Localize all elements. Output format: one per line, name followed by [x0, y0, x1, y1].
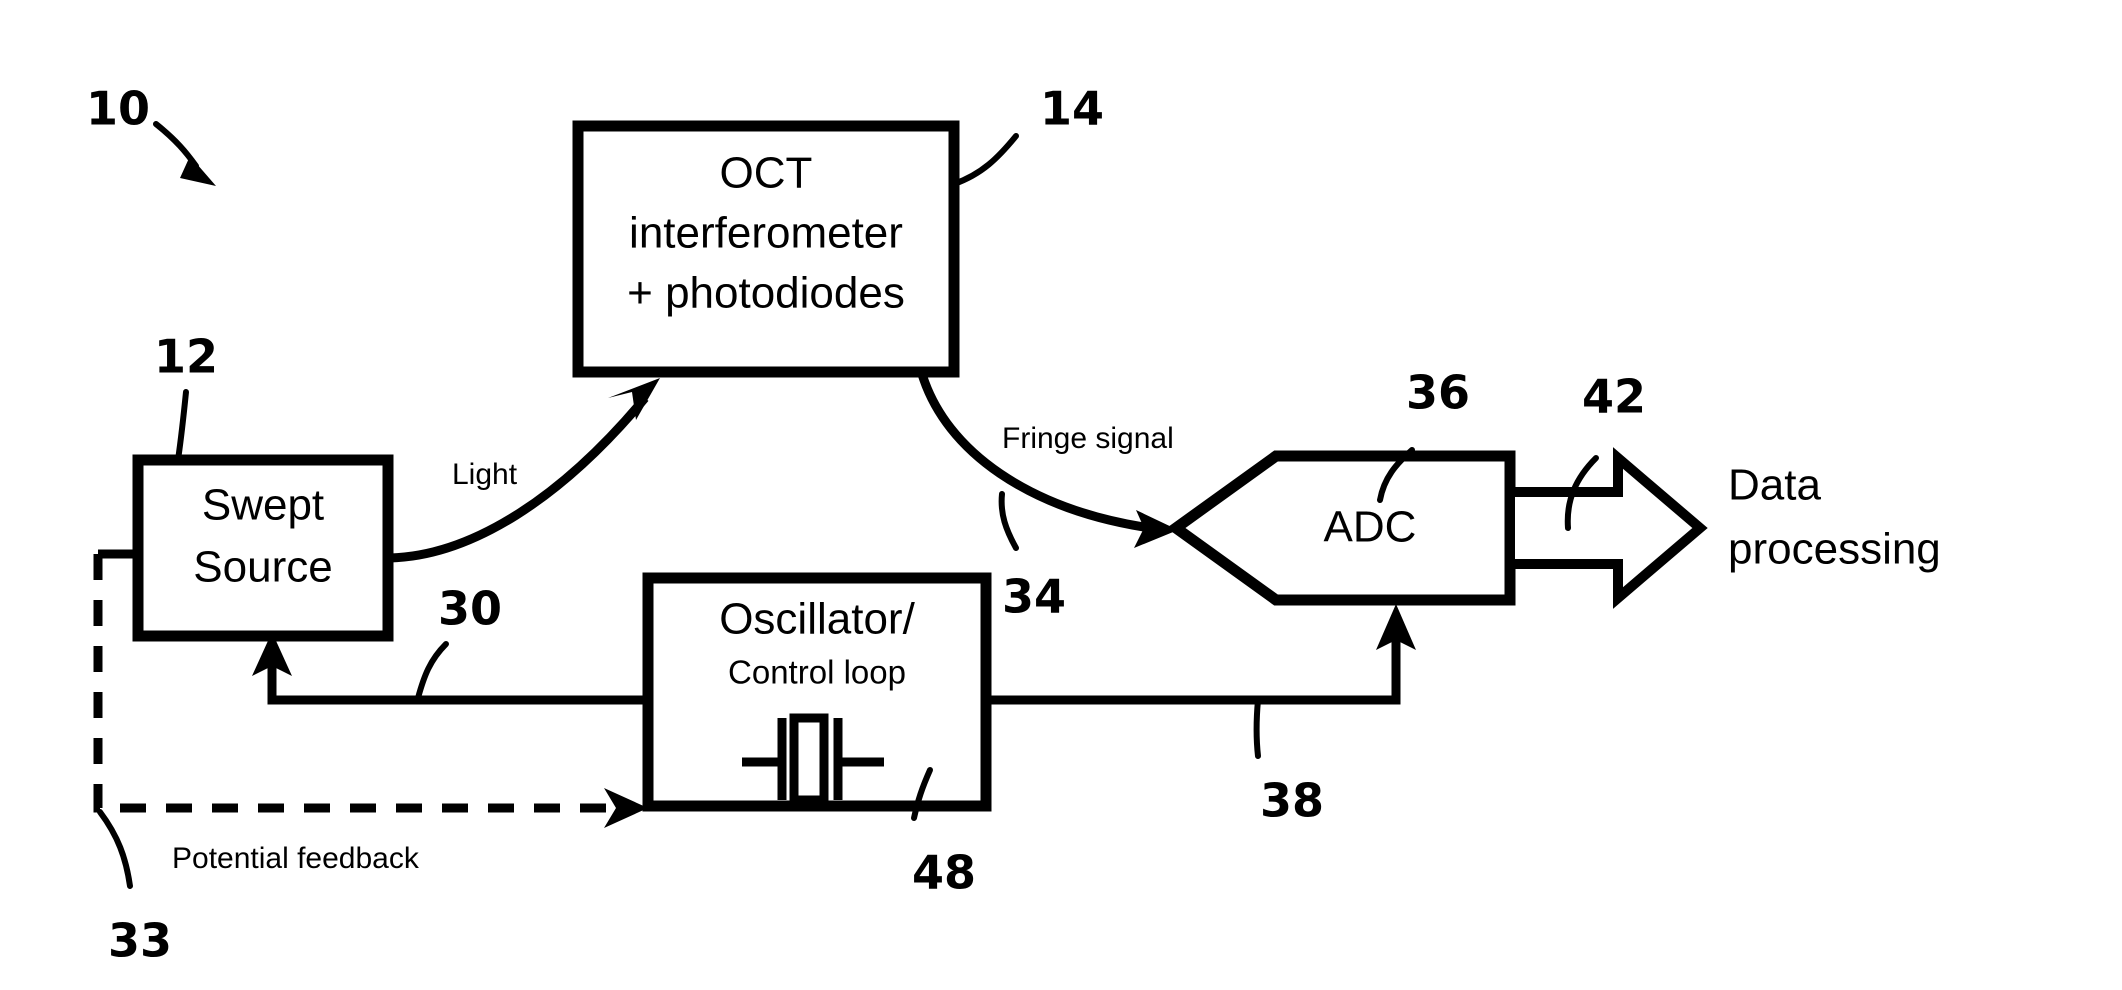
swept-source-label-line2: Source — [193, 543, 332, 592]
ref-10-arrowhead — [180, 156, 216, 186]
ref-numeral-10: 10 — [86, 82, 150, 136]
ref-12-group: 12 — [154, 330, 218, 463]
ref-numeral-12: 12 — [154, 330, 218, 384]
figure-canvas: 10 OCT interferometer + photodiodes 14 S… — [0, 0, 2122, 990]
clock38-path — [986, 634, 1401, 705]
ref-numeral-33: 33 — [108, 914, 172, 968]
oscillator-label-line2: Control loop — [728, 654, 906, 691]
light-label: Light — [452, 458, 518, 491]
block-oct-interferometer[interactable]: OCT interferometer + photodiodes — [572, 120, 960, 378]
ref-numeral-48: 48 — [912, 846, 976, 900]
ref-numeral-30: 30 — [438, 582, 502, 636]
block-data-processing: Data processing — [1728, 461, 1941, 574]
ref-numeral-38: 38 — [1260, 774, 1324, 828]
fringe-signal-label: Fringe signal — [1002, 422, 1174, 455]
oct-label-line2: interferometer — [629, 209, 903, 258]
clock30-path — [267, 660, 648, 705]
oct-label-line1: OCT — [720, 149, 813, 198]
ref-14-lead-line — [951, 133, 1019, 187]
ref-numeral-14: 14 — [1040, 82, 1104, 136]
figure-ref-10-group: 10 — [86, 82, 216, 186]
light-curve — [389, 395, 649, 563]
ref-12-lead-line — [175, 389, 189, 463]
potential-feedback-label: Potential feedback — [172, 842, 420, 875]
block-oscillator-control-loop[interactable]: Oscillator/ Control loop — [642, 572, 992, 812]
ref-numeral-36: 36 — [1406, 366, 1470, 420]
block-adc[interactable]: ADC — [1166, 450, 1516, 606]
oscillator-label-line1: Oscillator/ — [719, 595, 915, 644]
ref-numeral-34: 34 — [1002, 570, 1066, 624]
connection-light: Light — [389, 378, 660, 563]
connection-adc-output: 42 — [1505, 370, 1708, 609]
ref-14-group: 14 — [951, 82, 1104, 187]
ref-numeral-42: 42 — [1582, 370, 1646, 424]
ref-30-lead-line — [415, 641, 449, 701]
block-swept-source[interactable]: Swept Source — [132, 454, 394, 642]
data-output-block-arrow — [1505, 447, 1708, 609]
data-processing-label-line2: processing — [1728, 525, 1941, 574]
ref-33-lead-line — [97, 809, 133, 889]
adc-label: ADC — [1324, 503, 1417, 552]
ref-38-lead-line — [1253, 697, 1261, 759]
data-processing-label-line1: Data — [1728, 461, 1821, 510]
ref-34-lead-line — [998, 491, 1019, 551]
connection-clock-to-adc: 38 — [986, 604, 1416, 828]
block-diagram: 10 OCT interferometer + photodiodes 14 S… — [86, 82, 1941, 968]
feedback-arrowhead — [604, 788, 648, 828]
swept-source-label-line1: Swept — [202, 481, 324, 530]
oct-label-line3: + photodiodes — [627, 269, 905, 318]
